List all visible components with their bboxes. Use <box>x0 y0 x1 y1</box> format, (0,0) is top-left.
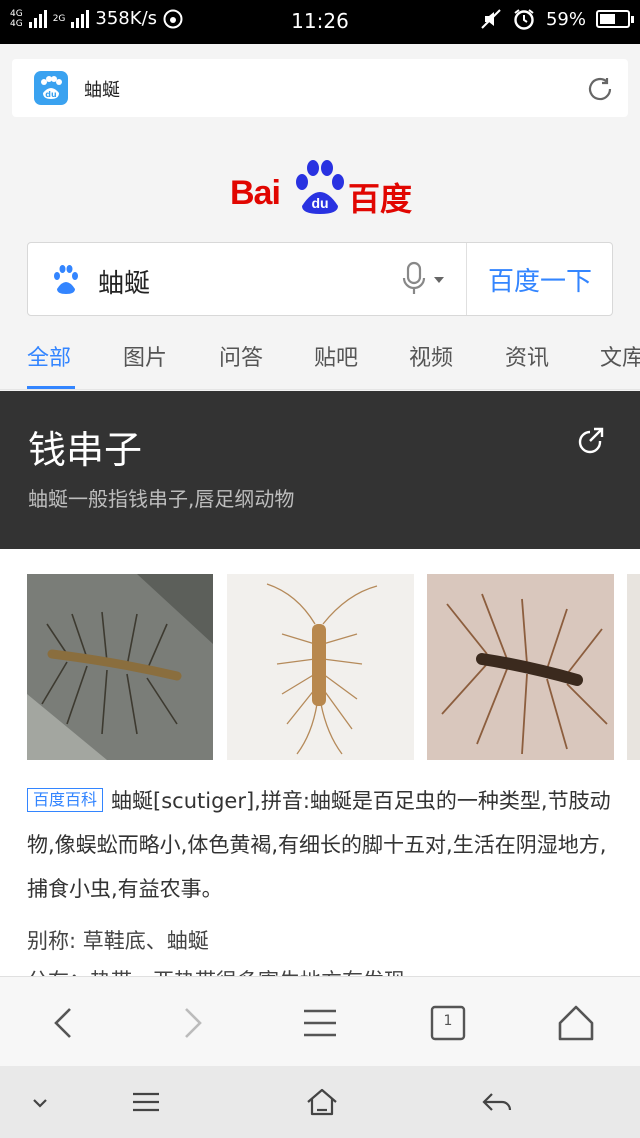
system-back-icon[interactable] <box>480 1086 516 1118</box>
tab-video[interactable]: 视频 <box>409 340 453 372</box>
baidu-app-icon: du <box>34 71 68 105</box>
distribution-row: 分布：热带、亚热带很多寄生地方有发现 <box>27 965 405 976</box>
address-bar[interactable]: du 蚰蜒 <box>12 59 628 117</box>
chevron-down-icon[interactable] <box>22 1086 58 1118</box>
browser-toolbar: 1 <box>0 976 640 1066</box>
baike-source-badge[interactable]: 百度百科 <box>27 788 104 812</box>
alias-label: 别称: <box>27 929 77 953</box>
card-description: 百度百科 蚰蜒[scutiger],拼音:蚰蜒是百足虫的一种类型,节肢动物,像蜈蚣… <box>27 779 617 911</box>
back-arrow-icon[interactable] <box>42 1001 86 1045</box>
baidu-paw-small-icon <box>54 265 78 294</box>
system-nav-bar <box>0 1066 640 1138</box>
card-description-text: 蚰蜒[scutiger],拼音:蚰蜒是百足虫的一种类型,节肢动物,像蜈蚣而略小,… <box>27 789 611 901</box>
tab-news[interactable]: 资讯 <box>505 340 549 372</box>
microphone-icon[interactable] <box>400 261 428 297</box>
tab-images[interactable]: 图片 <box>123 340 167 372</box>
svg-text:du: du <box>45 90 57 99</box>
search-box[interactable]: 蚰蜒 百度一下 <box>27 242 613 316</box>
system-home-icon[interactable] <box>304 1086 340 1118</box>
reload-icon[interactable] <box>584 73 616 105</box>
chevron-down-icon[interactable] <box>434 277 444 283</box>
baidu-logo-chinese: 百度 <box>348 180 413 218</box>
centipede-image-4[interactable] <box>627 574 640 760</box>
system-menu-icon[interactable] <box>128 1086 164 1118</box>
knowledge-card-body: 百度百科 蚰蜒[scutiger],拼音:蚰蜒是百足虫的一种类型,节肢动物,像蜈蚣… <box>0 549 640 976</box>
page-title: 蚰蜒 <box>84 80 120 101</box>
centipede-image-2[interactable] <box>227 574 414 760</box>
baidu-logo: Bai du 百度 <box>230 158 412 218</box>
alarm-icon <box>514 9 534 30</box>
search-input[interactable]: 蚰蜒 <box>98 263 150 300</box>
status-bar: 4G 4G 2G 358K/s 11:26 59% <box>0 0 640 44</box>
baidu-paw-icon: du <box>296 160 344 214</box>
svg-text:du: du <box>311 195 328 211</box>
alias-value: 草鞋底、蚰蜒 <box>82 929 209 953</box>
card-subtitle: 蚰蜒一般指钱串子,唇足纲动物 <box>28 487 295 511</box>
centipede-image-3[interactable] <box>427 574 614 760</box>
home-icon[interactable] <box>554 1001 598 1045</box>
card-title: 钱串子 <box>28 428 143 472</box>
forward-arrow-icon[interactable] <box>170 1001 214 1045</box>
centipede-image-1[interactable] <box>27 574 213 760</box>
mute-icon <box>481 9 501 29</box>
result-tabs: 全部 图片 问答 贴吧 视频 资讯 文库 <box>0 330 640 390</box>
knowledge-card-header[interactable]: 钱串子 蚰蜒一般指钱串子,唇足纲动物 <box>0 391 640 549</box>
baidu-logo-latin: Bai <box>230 174 281 212</box>
battery-icon <box>596 10 634 28</box>
battery-percent: 59% <box>545 8 586 30</box>
tabs-count: 1 <box>443 1013 453 1029</box>
tabs-count-icon[interactable]: 1 <box>426 1001 470 1045</box>
tab-wenku[interactable]: 文库 <box>600 340 640 372</box>
external-link-icon[interactable] <box>576 423 608 455</box>
menu-icon[interactable] <box>298 1001 342 1045</box>
search-button[interactable]: 百度一下 <box>467 243 613 315</box>
alias-row: 别称: 草鞋底、蚰蜒 <box>27 925 209 955</box>
active-tab-indicator <box>27 386 75 389</box>
tab-qa[interactable]: 问答 <box>219 340 263 372</box>
tab-tieba[interactable]: 贴吧 <box>314 340 358 372</box>
tab-all[interactable]: 全部 <box>27 340 71 372</box>
